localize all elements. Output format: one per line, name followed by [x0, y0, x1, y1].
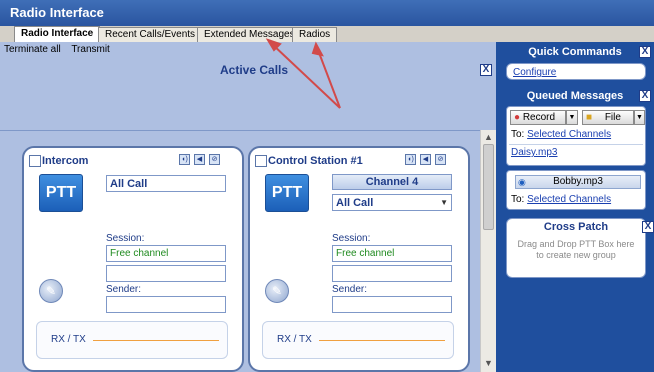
queued-file-row: Daisy.mp3: [511, 147, 558, 158]
sender-field: [332, 296, 452, 313]
card-title: Control Station #1: [268, 155, 363, 167]
toolbar: Terminate all Transmit: [4, 44, 118, 55]
scroll-up-icon[interactable]: ▲: [484, 132, 493, 142]
ptt-button[interactable]: PTT: [265, 174, 309, 212]
speaker-icon[interactable]: ◖): [405, 154, 416, 165]
mute-icon[interactable]: ◀: [420, 154, 431, 165]
checkbox-icon[interactable]: [29, 155, 41, 167]
window-title: Radio Interface: [0, 0, 654, 26]
selected-channels-link[interactable]: Selected Channels: [527, 194, 611, 205]
checkbox-icon[interactable]: [255, 155, 267, 167]
transmit-button[interactable]: Transmit: [71, 44, 110, 55]
to-label: To:: [511, 194, 525, 205]
sender-label: Sender:: [332, 284, 368, 295]
session-extra-field: [332, 265, 452, 282]
ptt-button[interactable]: PTT: [39, 174, 83, 212]
close-queued-messages-button[interactable]: X: [639, 90, 651, 102]
close-active-calls-button[interactable]: X: [480, 64, 492, 76]
tab-radios[interactable]: Radios: [292, 27, 338, 42]
right-panel: Quick Commands X Configure Queued Messag…: [496, 42, 654, 372]
tab-radio-interface[interactable]: Radio Interface: [14, 26, 101, 42]
playback-box: ◉ Bobby.mp3 To: Selected Channels: [506, 170, 646, 210]
playback-file-label: Bobby.mp3: [553, 176, 603, 187]
group-select[interactable]: All Call ▼: [332, 194, 452, 211]
configure-link[interactable]: Configure: [513, 67, 556, 78]
sender-field: [106, 296, 226, 313]
group-select-value: All Call: [336, 197, 374, 209]
group-field[interactable]: All Call: [106, 175, 226, 192]
cross-patch-box[interactable]: Cross Patch Drag and Drop PTT Box here t…: [506, 218, 646, 278]
record-dropdown[interactable]: ▼: [566, 110, 578, 125]
tab-extended-messages[interactable]: Extended Messages: [197, 27, 302, 42]
channel-label: Channel 4: [332, 174, 452, 190]
folder-icon: ■: [586, 112, 593, 123]
file-dropdown[interactable]: ▼: [634, 110, 645, 125]
microphone-icon[interactable]: ✎: [39, 279, 63, 303]
quick-commands-box: Configure: [506, 63, 646, 80]
session-field: Free channel: [106, 245, 226, 262]
ptt-card-control-station: Control Station #1 ◖) ◀ ⊘ PTT Channel 4 …: [248, 146, 470, 372]
card-title: Intercom: [42, 155, 89, 167]
record-icon: ●: [514, 112, 521, 123]
vertical-scrollbar[interactable]: ▲ ▼: [480, 130, 496, 372]
scroll-thumb[interactable]: [483, 144, 494, 230]
session-label: Session:: [332, 233, 371, 244]
playback-bar[interactable]: ◉ Bobby.mp3: [515, 175, 641, 189]
sender-label: Sender:: [106, 284, 142, 295]
rx-tx-level-line: [319, 340, 445, 341]
tab-bar: Radio Interface Recent Calls/Events Exte…: [0, 26, 654, 42]
quick-commands-title: Quick Commands: [528, 46, 622, 58]
queued-messages-title: Queued Messages: [526, 90, 624, 102]
playback-to-row: To: Selected Channels: [511, 194, 611, 205]
rx-tx-indicator: RX / TX: [262, 321, 454, 359]
close-quick-commands-button[interactable]: X: [639, 46, 651, 58]
close-cross-patch-button[interactable]: X: [642, 221, 654, 233]
cross-patch-title: Cross Patch: [543, 221, 609, 233]
file-button[interactable]: ■ File: [582, 110, 634, 125]
settings-icon[interactable]: ⊘: [435, 154, 446, 165]
scroll-down-icon[interactable]: ▼: [484, 358, 493, 368]
rx-tx-label: RX / TX: [277, 334, 312, 345]
rx-tx-indicator: RX / TX: [36, 321, 228, 359]
queued-file-link[interactable]: Daisy.mp3: [511, 147, 558, 158]
terminate-all-button[interactable]: Terminate all: [4, 44, 61, 55]
active-calls-header: Terminate all Transmit Active Calls X: [0, 42, 496, 130]
play-icon[interactable]: ◉: [518, 176, 526, 188]
cross-patch-hint: Drag and Drop PTT Box here to create new…: [517, 239, 635, 260]
settings-icon[interactable]: ⊘: [209, 154, 220, 165]
session-label: Session:: [106, 233, 145, 244]
divider: [509, 144, 643, 145]
queued-to-row: To: Selected Channels: [511, 129, 611, 140]
speaker-icon[interactable]: ◖): [179, 154, 190, 165]
selected-channels-link[interactable]: Selected Channels: [527, 129, 611, 140]
active-calls-title: Active Calls: [220, 63, 289, 77]
session-field: Free channel: [332, 245, 452, 262]
rx-tx-level-line: [93, 340, 219, 341]
chevron-down-icon[interactable]: ▼: [440, 198, 448, 207]
record-button[interactable]: ● Record: [510, 110, 566, 125]
to-label: To:: [511, 129, 525, 140]
rx-tx-label: RX / TX: [51, 334, 86, 345]
ptt-card-intercom: Intercom ◖) ◀ ⊘ PTT All Call Session: Fr…: [22, 146, 244, 372]
microphone-icon[interactable]: ✎: [265, 279, 289, 303]
session-extra-field: [106, 265, 226, 282]
queued-messages-box: ● Record ▼ ■ File ▼ To: Selected Channel…: [506, 106, 646, 166]
mute-icon[interactable]: ◀: [194, 154, 205, 165]
tab-recent-calls[interactable]: Recent Calls/Events: [98, 27, 203, 42]
file-label: File: [604, 112, 621, 123]
record-label: Record: [522, 112, 556, 123]
